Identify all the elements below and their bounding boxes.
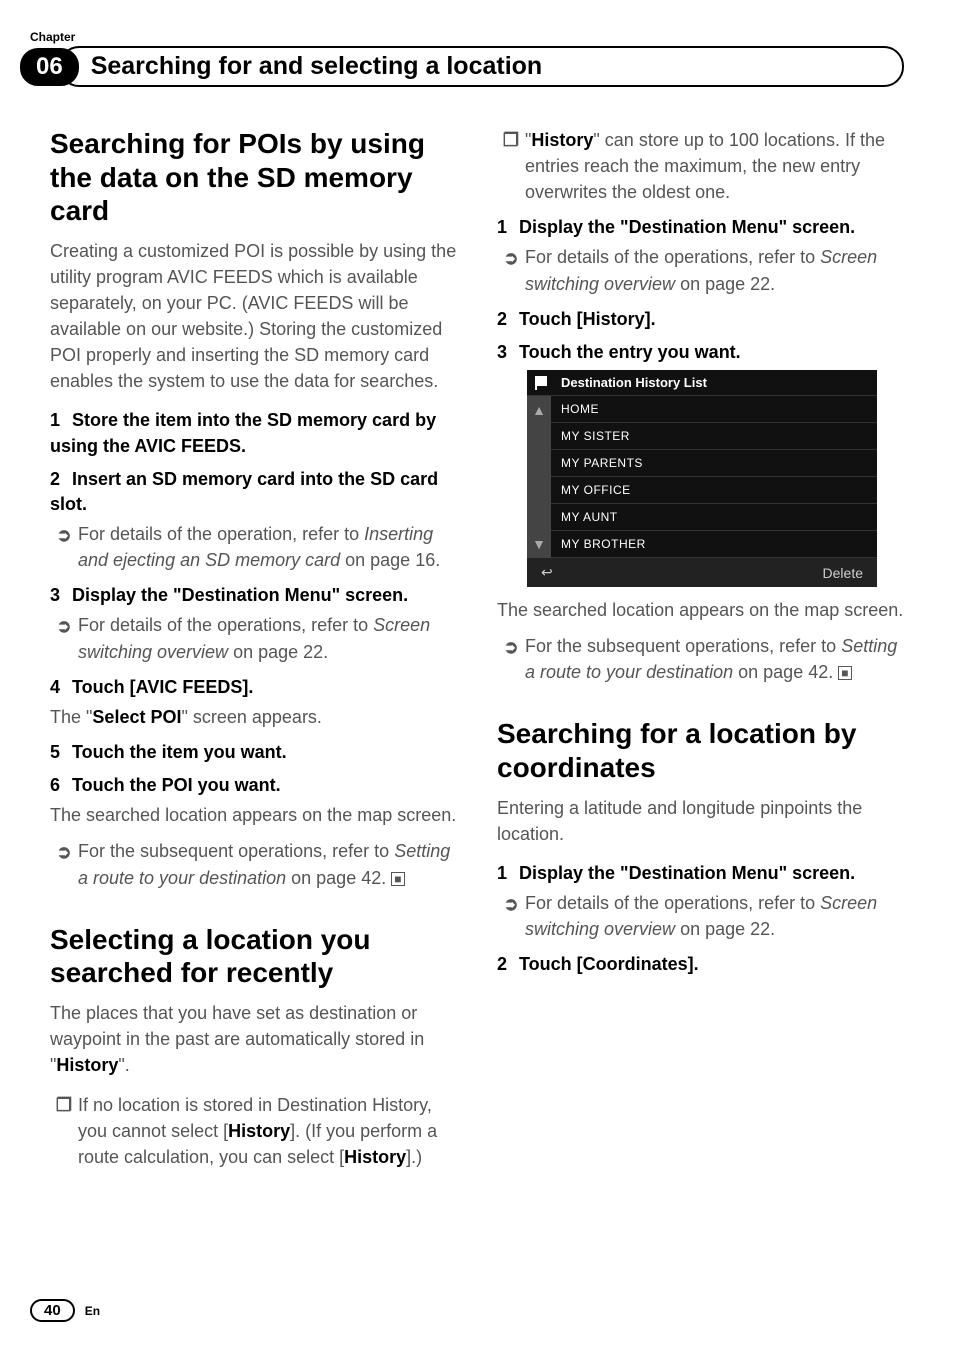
poi-sd-step-3: 3Display the "Destination Menu" screen. [50,583,457,608]
list-item[interactable]: MY PARENTS [551,450,877,477]
chapter-title-container: Searching for and selecting a location [59,46,904,87]
right-column: ❐ "History" can store up to 100 location… [497,127,904,1180]
note-text: "History" can store up to 100 locations.… [525,127,904,205]
poi-sd-step-6: 6Touch the POI you want. [50,773,457,798]
poi-sd-step-2-ref: ➲ For details of the operation, refer to… [50,521,457,573]
poi-sd-step-4-result: The "Select POI" screen appears. [50,704,457,730]
section-heading-poi-sd: Searching for POIs by using the data on … [50,127,457,228]
recent-intro: The places that you have set as destinat… [50,1000,457,1078]
list-item[interactable]: MY OFFICE [551,477,877,504]
chapter-label: Chapter [30,30,904,44]
poi-sd-step-6-result: The searched location appears on the map… [50,802,457,828]
section-heading-coords: Searching for a location by coordinates [497,717,904,784]
step-text: Display the "Destination Menu" screen. [519,217,855,237]
note-icon: ❐ [497,127,525,205]
scroll-down-icon[interactable]: ▼ [532,536,546,552]
destination-history-screenshot: Destination History List ▲ ▼ HOME MY SIS… [527,370,877,587]
note-text: If no location is stored in Destination … [78,1092,457,1170]
history-list: HOME MY SISTER MY PARENTS MY OFFICE MY A… [551,396,877,558]
end-mark-icon: ■ [391,872,404,886]
chapter-number-badge: 06 [20,48,79,86]
screenshot-title-bar: Destination History List [527,370,877,396]
recent-step-3: 3Touch the entry you want. [497,340,904,365]
language-code: En [85,1304,100,1318]
scrollbar[interactable]: ▲ ▼ [527,396,551,558]
recent-step-1: 1Display the "Destination Menu" screen. [497,215,904,240]
goto-icon: ➲ [497,633,525,685]
page-footer: 40 En [30,1299,100,1322]
poi-sd-intro: Creating a customized POI is possible by… [50,238,457,395]
goto-icon: ➲ [50,838,78,890]
recent-step-3-result: The searched location appears on the map… [497,597,904,623]
section-heading-recent: Selecting a location you searched for re… [50,923,457,990]
step-text: Touch [AVIC FEEDS]. [72,677,253,697]
list-item[interactable]: MY SISTER [551,423,877,450]
poi-sd-step-4: 4Touch [AVIC FEEDS]. [50,675,457,700]
poi-sd-step-2: 2Insert an SD memory card into the SD ca… [50,467,457,517]
step-text: Display the "Destination Menu" screen. [72,585,408,605]
poi-sd-step-1: 1Store the item into the SD memory card … [50,408,457,458]
ref-text: For details of the operation, refer to I… [78,521,457,573]
step-text: Touch [Coordinates]. [519,954,699,974]
recent-step-1-ref: ➲ For details of the operations, refer t… [497,244,904,296]
coords-step-2: 2Touch [Coordinates]. [497,952,904,977]
goto-icon: ➲ [50,612,78,664]
ref-text: For details of the operations, refer to … [525,890,904,942]
list-item[interactable]: MY AUNT [551,504,877,531]
recent-step-2: 2Touch [History]. [497,307,904,332]
step-text: Touch the POI you want. [72,775,281,795]
poi-sd-step-3-ref: ➲ For details of the operations, refer t… [50,612,457,664]
ref-text: For details of the operations, refer to … [525,244,904,296]
screenshot-footer: ↩ Delete [527,558,877,587]
step-text: Insert an SD memory card into the SD car… [50,469,438,514]
list-item[interactable]: HOME [551,396,877,423]
coords-step-1: 1Display the "Destination Menu" screen. [497,861,904,886]
coords-step-1-ref: ➲ For details of the operations, refer t… [497,890,904,942]
page-number: 40 [30,1299,75,1322]
poi-sd-step-6-ref: ➲ For the subsequent operations, refer t… [50,838,457,890]
end-mark-icon: ■ [838,666,851,680]
scroll-up-icon[interactable]: ▲ [532,402,546,418]
left-column: Searching for POIs by using the data on … [50,127,457,1180]
chapter-header: 06 Searching for and selecting a locatio… [20,46,904,87]
back-icon[interactable]: ↩ [541,564,553,581]
goto-icon: ➲ [497,244,525,296]
ref-text: For the subsequent operations, refer to … [78,838,457,890]
recent-note-2: ❐ "History" can store up to 100 location… [497,127,904,205]
delete-button[interactable]: Delete [823,565,863,581]
poi-sd-step-5: 5Touch the item you want. [50,740,457,765]
note-icon: ❐ [50,1092,78,1170]
list-item[interactable]: MY BROTHER [551,531,877,558]
coords-intro: Entering a latitude and longitude pinpoi… [497,795,904,847]
step-text: Touch the item you want. [72,742,287,762]
step-text: Touch the entry you want. [519,342,741,362]
recent-note-1: ❐ If no location is stored in Destinatio… [50,1092,457,1170]
ref-text: For details of the operations, refer to … [78,612,457,664]
step-text: Display the "Destination Menu" screen. [519,863,855,883]
goto-icon: ➲ [497,890,525,942]
recent-step-3-ref: ➲ For the subsequent operations, refer t… [497,633,904,685]
ref-text: For the subsequent operations, refer to … [525,633,904,685]
step-text: Touch [History]. [519,309,656,329]
goto-icon: ➲ [50,521,78,573]
flag-icon [535,376,553,390]
chapter-title: Searching for and selecting a location [91,52,543,80]
step-text: Store the item into the SD memory card b… [50,410,436,455]
screenshot-title: Destination History List [561,375,707,390]
